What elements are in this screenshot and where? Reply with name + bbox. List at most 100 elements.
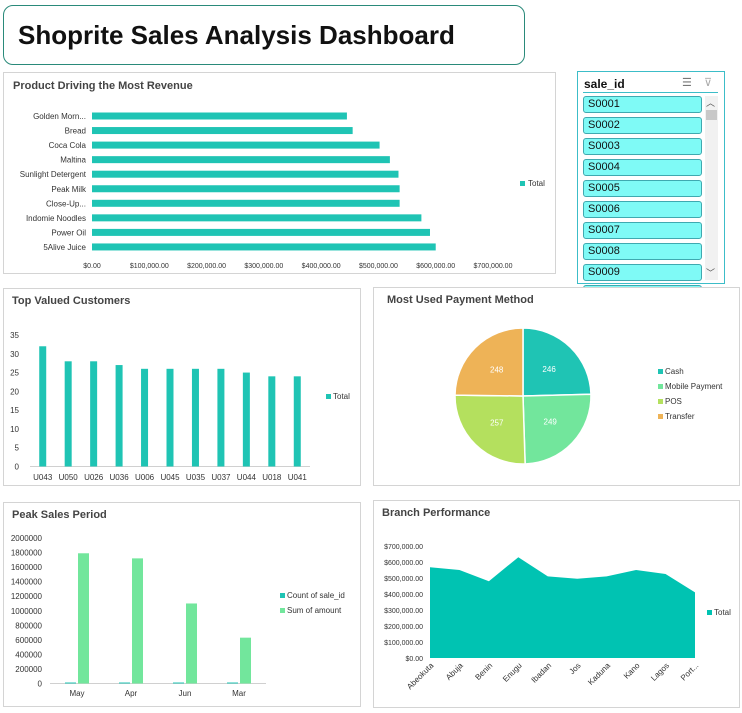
bar: [92, 199, 400, 207]
category-label: U018: [262, 473, 282, 482]
slicer-scrollbar[interactable]: ︿ ﹀: [705, 96, 718, 280]
sale-id-slicer[interactable]: sale_id ☰ ⊽ S0001 S0002 S0003 S0004 S0005 S00…: [577, 71, 725, 302]
legend-label: Cash: [665, 367, 684, 376]
bar: [173, 682, 184, 684]
legend-label: Total: [333, 392, 350, 401]
legend-label: Transfer: [665, 412, 695, 421]
category-label: U043: [33, 473, 53, 482]
bar: [141, 368, 149, 467]
legend-label: Count of sale_id: [287, 591, 345, 600]
bar: [166, 368, 174, 467]
bar: [217, 368, 225, 467]
bar: [92, 156, 390, 164]
slice-value-label: 246: [542, 365, 556, 374]
y-tick-label: 1400000: [11, 578, 43, 587]
branch-performance-panel[interactable]: Branch Performance $0.00 $100,000.00 $200,…: [373, 500, 740, 708]
x-tick-label: $700,000.00: [474, 263, 513, 270]
slicer-item[interactable]: S0006: [583, 201, 702, 218]
slicer-item[interactable]: S0001: [583, 96, 702, 113]
legend-swatch: [658, 399, 663, 404]
payment-method-panel[interactable]: Most Used Payment Method 246 249 257 248 Cas…: [373, 287, 740, 486]
bar: [191, 368, 199, 467]
category-label: U035: [186, 473, 206, 482]
x-tick-label: $0.00: [83, 263, 101, 270]
pie-slice: [454, 327, 524, 397]
category-label: Lagos: [649, 661, 671, 683]
branch-performance-chart: $0.00 $100,000.00 $200,000.00 $300,000.00 $4…: [384, 544, 731, 691]
dashboard-title-box: Shoprite Sales Analysis Dashboard: [3, 5, 525, 65]
category-label: May: [69, 689, 84, 698]
category-label: Peak Milk: [51, 185, 87, 194]
multi-select-icon[interactable]: ☰: [682, 76, 692, 89]
y-tick-label: 15: [10, 406, 19, 415]
slicer-item[interactable]: S0002: [583, 117, 702, 134]
category-label: Benin: [473, 661, 494, 682]
category-label: Apr: [125, 689, 138, 698]
peak-sales-panel[interactable]: Peak Sales Period 0 200000 400000 600000 800…: [3, 502, 361, 707]
payment-method-chart: 246 249 257 248 Cash Mobile Payment POS Transfe…: [454, 327, 723, 465]
category-label: U006: [135, 473, 155, 482]
category-label: Maltina: [60, 156, 86, 165]
bar: [64, 361, 72, 467]
bar: [78, 553, 89, 684]
x-tick-label: $300,000.00: [244, 263, 283, 270]
clear-filter-icon[interactable]: ⊽: [704, 76, 712, 89]
legend-swatch: [658, 369, 663, 374]
slicer-item[interactable]: S0004: [583, 159, 702, 176]
category-label: Jun: [179, 689, 192, 698]
slicer-item[interactable]: S0009: [583, 264, 702, 281]
bar: [115, 365, 123, 467]
category-label: U036: [110, 473, 130, 482]
y-tick-label: 400000: [15, 650, 42, 659]
slicer-item[interactable]: S0005: [583, 180, 702, 197]
legend-swatch: [326, 394, 331, 399]
bar: [92, 141, 380, 149]
category-label: Indomie Noodles: [26, 214, 86, 223]
bar: [92, 170, 399, 178]
y-tick-label: 600000: [15, 636, 42, 645]
legend-swatch: [658, 384, 663, 389]
scroll-down-icon[interactable]: ﹀: [706, 266, 715, 279]
bar: [92, 127, 353, 135]
dashboard-title: Shoprite Sales Analysis Dashboard: [18, 20, 455, 50]
y-tick-label: 30: [10, 350, 19, 359]
x-tick-label: $400,000.00: [302, 263, 341, 270]
y-tick-label: 35: [10, 331, 19, 340]
category-label: U045: [160, 473, 180, 482]
legend-label: Mobile Payment: [665, 382, 723, 391]
y-tick-label: 1000000: [11, 607, 43, 616]
category-label: Kaduna: [586, 661, 612, 687]
pie-slice: [454, 394, 526, 465]
y-tick-label: 0: [15, 463, 20, 472]
legend-label: Total: [714, 608, 731, 617]
category-label: Power Oil: [51, 228, 86, 237]
x-tick-label: $500,000.00: [359, 263, 398, 270]
y-tick-label: 1800000: [11, 549, 43, 558]
scrollbar-thumb[interactable]: [706, 110, 717, 120]
scroll-up-icon[interactable]: ︿: [706, 96, 715, 109]
slicer-item[interactable]: S0003: [583, 138, 702, 155]
product-revenue-panel[interactable]: Product Driving the Most Revenue 5Alive …: [3, 72, 556, 274]
bar: [92, 228, 430, 236]
slicer-item[interactable]: S0008: [583, 243, 702, 260]
bar: [268, 376, 276, 467]
y-tick-label: $600,000.00: [384, 560, 423, 567]
legend-label: POS: [665, 397, 682, 406]
y-tick-label: 200000: [15, 665, 42, 674]
slicer-item[interactable]: S0007: [583, 222, 702, 239]
slicer-header: sale_id: [584, 77, 625, 91]
category-label: Close-Up...: [46, 199, 86, 208]
legend-label: Total: [528, 179, 545, 188]
category-label: Coca Cola: [49, 141, 87, 150]
y-tick-label: 25: [10, 369, 19, 378]
y-tick-label: $300,000.00: [384, 608, 423, 615]
category-label: Enugu: [501, 661, 524, 684]
top-customers-chart: 0 5 10 15 20 25 30 35 U043 U050 U026 U036 U006 U045 U0…: [10, 331, 350, 482]
bar: [119, 682, 130, 684]
y-tick-label: 1200000: [11, 592, 43, 601]
category-label: U050: [59, 473, 79, 482]
legend-label: Sum of amount: [287, 606, 342, 615]
top-customers-panel[interactable]: Top Valued Customers 0 5 10 15 20 25 30 35 U043 U…: [3, 288, 361, 486]
slicer-list: S0001 S0002 S0003 S0004 S0005 S0006 S0007 S0008…: [583, 96, 703, 306]
y-tick-label: 5: [15, 444, 20, 453]
